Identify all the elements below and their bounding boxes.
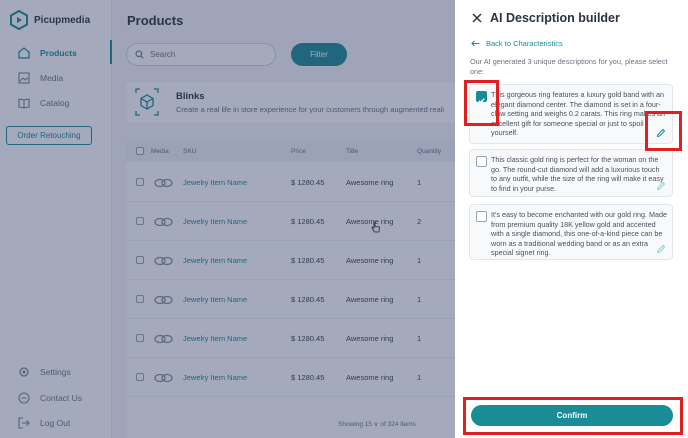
edit-icon-highlight — [645, 111, 682, 151]
description-option-2[interactable]: This classic gold ring is perfect for th… — [469, 149, 673, 197]
arrow-left-icon — [471, 40, 480, 47]
drawer-title: AI Description builder — [490, 11, 620, 25]
confirm-button-highlight — [463, 397, 683, 435]
checkbox-highlight — [464, 80, 499, 126]
pencil-icon[interactable] — [656, 244, 666, 254]
description-option-3[interactable]: It's easy to become enchanted with our g… — [469, 204, 673, 260]
option-text: This classic gold ring is perfect for th… — [491, 155, 664, 193]
option-checkbox[interactable] — [476, 211, 487, 222]
option-text: This gorgeous ring features a luxury gol… — [491, 90, 666, 138]
back-link-label: Back to Characteristics — [486, 39, 563, 48]
description-option-1[interactable]: This gorgeous ring features a luxury gol… — [469, 84, 673, 144]
option-checkbox[interactable] — [476, 156, 487, 167]
ai-description-drawer: AI Description builder Back to Character… — [455, 0, 688, 438]
intro-text: Our AI generated 3 unique descriptions f… — [470, 57, 668, 76]
close-icon[interactable] — [472, 13, 482, 23]
modal-overlay[interactable] — [0, 0, 455, 438]
back-link[interactable]: Back to Characteristics — [471, 39, 563, 48]
pencil-icon[interactable] — [656, 181, 666, 191]
option-text: It's easy to become enchanted with our g… — [491, 210, 667, 258]
